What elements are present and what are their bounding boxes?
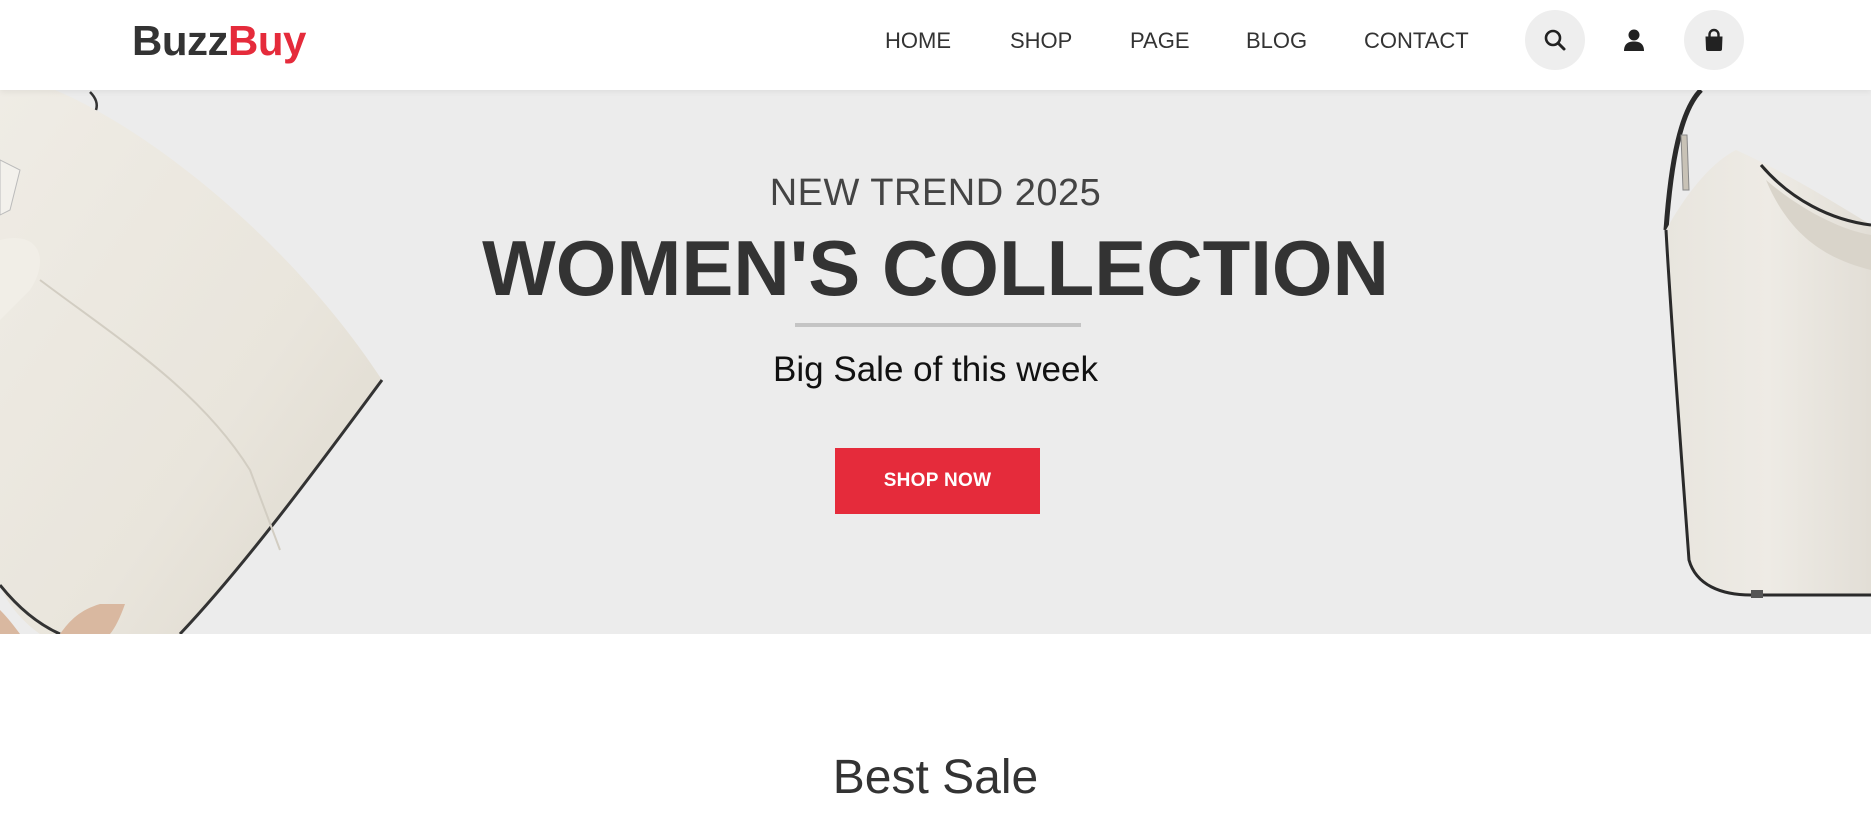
shopping-bag-icon [1705, 28, 1723, 51]
hero-divider [795, 323, 1081, 327]
hero-subtitle: NEW TREND 2025 [769, 172, 1102, 214]
nav-item-home[interactable]: HOME [885, 27, 951, 55]
user-icon [1624, 29, 1644, 51]
nav-item-contact[interactable]: CONTACT [1364, 27, 1469, 55]
shop-now-button[interactable]: SHOP NOW [835, 448, 1040, 514]
best-sale-title: Best Sale [832, 751, 1039, 804]
hero-tagline: Big Sale of this week [773, 350, 1098, 389]
brand-logo-part2: Buy [228, 17, 306, 64]
hero-banner: NEW TREND 2025 WOMEN'S COLLECTION Big Sa… [0, 90, 1871, 634]
nav-item-shop[interactable]: SHOP [1010, 27, 1072, 55]
nav-item-blog[interactable]: BLOG [1246, 27, 1307, 55]
search-button[interactable] [1525, 10, 1585, 70]
hero-title: WOMEN'S COLLECTION [482, 224, 1389, 312]
brand-logo-part1: Buzz [132, 17, 229, 64]
search-icon [1544, 29, 1566, 51]
account-button[interactable] [1604, 10, 1664, 70]
site-header: BuzzBuy HOME SHOP PAGE BLOG CONTACT [0, 0, 1871, 90]
cart-button[interactable] [1684, 10, 1744, 70]
page: BuzzBuy HOME SHOP PAGE BLOG CONTACT NEW … [0, 0, 1871, 816]
nav-item-page[interactable]: PAGE [1130, 27, 1190, 55]
brand-logo[interactable]: BuzzBuy [132, 16, 306, 66]
